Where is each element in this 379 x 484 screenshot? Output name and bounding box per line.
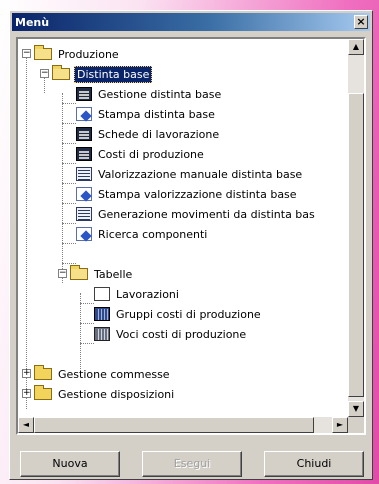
scroll-right-button[interactable]: ► bbox=[332, 417, 348, 433]
tree-item-label: Distinta base bbox=[74, 65, 153, 83]
tree-item-gestione-disposizioni[interactable]: Gestione disposizioni bbox=[34, 384, 176, 404]
form-grid-icon bbox=[76, 207, 92, 221]
new-button[interactable]: Nuova bbox=[20, 451, 120, 477]
tree-item-stampa-distinta[interactable]: Stampa distinta base bbox=[76, 104, 217, 124]
expander-gestione-commesse[interactable]: + bbox=[22, 369, 31, 378]
expander-produzione[interactable]: − bbox=[22, 49, 31, 58]
folder-open-icon bbox=[52, 65, 70, 80]
folder-open-icon bbox=[70, 265, 88, 280]
folder-icon bbox=[34, 385, 52, 400]
scroll-left-button[interactable]: ◄ bbox=[18, 417, 34, 433]
tree-item-gestione-distinta[interactable]: Gestione distinta base bbox=[76, 84, 223, 104]
tree-item-produzione[interactable]: Produzione bbox=[34, 44, 121, 64]
table-grey-icon bbox=[94, 327, 110, 341]
tree-item-label: Lavorazioni bbox=[116, 287, 179, 301]
tree-item-stampa-valorizzazione[interactable]: Stampa valorizzazione distinta base bbox=[76, 184, 299, 204]
tree-item-ricerca-componenti[interactable]: Ricerca componenti bbox=[76, 224, 209, 244]
form-dark-icon bbox=[76, 127, 92, 141]
tree-item-gruppi-costi[interactable]: Gruppi costi di produzione bbox=[94, 304, 263, 324]
tree-item-costi-produzione[interactable]: Costi di produzione bbox=[76, 144, 206, 164]
menu-window: Menù × − − − + + Produzione Distinta bas… bbox=[9, 10, 373, 480]
tree-item-label: Stampa distinta base bbox=[98, 107, 215, 121]
tree-item-tabelle[interactable]: Tabelle bbox=[70, 264, 134, 284]
blank-doc-icon bbox=[94, 287, 110, 301]
search-button[interactable]: Esegui bbox=[142, 451, 242, 477]
tree-item-gestione-commesse[interactable]: Gestione commesse bbox=[34, 364, 172, 384]
tree-item-distinta-base[interactable]: Distinta base bbox=[52, 64, 153, 84]
form-dark-icon bbox=[76, 147, 92, 161]
folder-open-icon bbox=[34, 45, 52, 60]
scroll-down-button[interactable]: ▼ bbox=[348, 401, 364, 417]
scroll-up-button[interactable]: ▲ bbox=[348, 39, 364, 55]
window-title: Menù bbox=[15, 15, 50, 29]
tree-item-label: Produzione bbox=[58, 47, 119, 61]
print-icon bbox=[76, 187, 92, 201]
horizontal-scrollbar[interactable]: ◄ ► bbox=[18, 417, 348, 433]
tree-item-generazione-movimenti[interactable]: Generazione movimenti da distinta bas bbox=[76, 204, 317, 224]
tree-item-schede-lavorazione[interactable]: Schede di lavorazione bbox=[76, 124, 221, 144]
form-dark-icon bbox=[76, 87, 92, 101]
tree-item-label: Valorizzazione manuale distinta base bbox=[98, 167, 303, 181]
scrollbar-corner bbox=[348, 417, 364, 433]
tree-item-valorizzazione-manuale[interactable]: Valorizzazione manuale distinta base bbox=[76, 164, 304, 184]
tree-item-label: Costi di produzione bbox=[98, 147, 204, 161]
tree-item-label: Tabelle bbox=[94, 267, 133, 281]
print-icon bbox=[76, 107, 92, 121]
form-grid-icon bbox=[76, 167, 92, 181]
tree-item-label: Schede di lavorazione bbox=[98, 127, 220, 141]
tree-item-label: Gestione disposizioni bbox=[58, 387, 175, 401]
folder-icon bbox=[34, 365, 52, 380]
expander-tabelle[interactable]: − bbox=[58, 269, 67, 278]
close-button[interactable]: Chiudi bbox=[264, 451, 364, 477]
menu-tree: − − − + + Produzione Distinta base Gesti… bbox=[16, 37, 366, 435]
tree-item-label: Gruppi costi di produzione bbox=[116, 307, 261, 321]
print-icon bbox=[76, 227, 92, 241]
tree-item-label: Gestione distinta base bbox=[98, 87, 222, 101]
expander-gestione-disposizioni[interactable]: + bbox=[22, 389, 31, 398]
expander-distinta-base[interactable]: − bbox=[40, 69, 49, 78]
close-window-button[interactable]: × bbox=[354, 15, 368, 29]
tree-item-label: Generazione movimenti da distinta bas bbox=[98, 207, 315, 221]
tree-item-label: Gestione commesse bbox=[58, 367, 170, 381]
horizontal-scroll-thumb[interactable] bbox=[34, 417, 314, 433]
title-bar[interactable]: Menù × bbox=[12, 13, 370, 31]
table-blue-icon bbox=[94, 307, 110, 321]
tree-item-voci-costi[interactable]: Voci costi di produzione bbox=[94, 324, 248, 344]
tree-item-label: Ricerca componenti bbox=[98, 227, 208, 241]
vertical-scrollbar[interactable]: ▲ ▼ bbox=[348, 39, 364, 417]
tree-item-lavorazioni[interactable]: Lavorazioni bbox=[94, 284, 181, 304]
vertical-scroll-thumb[interactable] bbox=[348, 93, 364, 397]
tree-item-label: Voci costi di produzione bbox=[116, 327, 247, 341]
tree-item-label: Stampa valorizzazione distinta base bbox=[98, 187, 297, 201]
